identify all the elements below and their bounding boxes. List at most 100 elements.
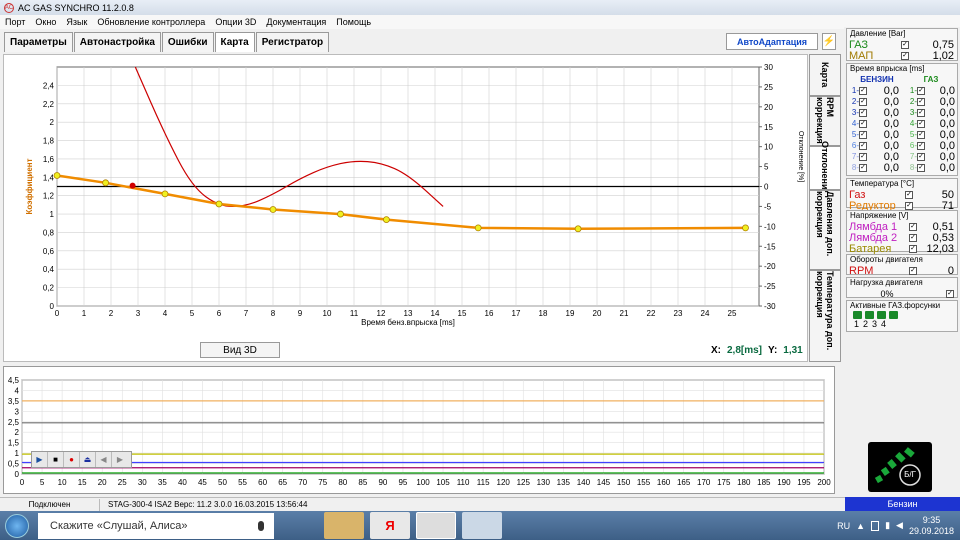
- petrol-cyl-checkbox[interactable]: ✓: [859, 119, 867, 128]
- rec-x-tick-label: 105: [436, 478, 450, 487]
- load-title: Нагрузка двигателя: [850, 278, 923, 287]
- paint-icon[interactable]: [462, 512, 502, 539]
- rec-x-tick-label: 45: [198, 478, 207, 487]
- gas-cyl-checkbox[interactable]: ✓: [917, 108, 925, 117]
- record-icon[interactable]: ●: [64, 452, 80, 467]
- auto-adaptation-button[interactable]: АвтоАдаптация: [726, 33, 818, 50]
- rpm-box: Обороты двигателя RPM ✓ 0: [846, 254, 958, 277]
- x-tick-label: 20: [593, 309, 602, 318]
- rec-y-tick-label: 4,5: [8, 376, 20, 385]
- x-tick-label: 17: [512, 309, 521, 318]
- step-forward-icon[interactable]: ▶: [112, 452, 128, 467]
- temp-gas-checkbox[interactable]: ✓: [905, 190, 913, 199]
- petrol-cyl-checkbox[interactable]: ✓: [859, 97, 867, 106]
- gas-cyl-checkbox[interactable]: ✓: [917, 97, 925, 106]
- temp-reducer-checkbox[interactable]: ✓: [905, 201, 913, 210]
- petrol-cyl-checkbox[interactable]: ✓: [859, 141, 867, 150]
- pressure-map-checkbox[interactable]: ✓: [901, 51, 909, 60]
- gas-cyl-checkbox[interactable]: ✓: [917, 163, 925, 172]
- correction-map-chart[interactable]: 0 1 2 3 4 5 6 7 8 9 10 11 12 13 14 15 16 17 18 19 20 21 22 23 24…: [4, 55, 809, 363]
- petrol-cyl-checkbox[interactable]: ✓: [859, 163, 867, 172]
- load-checkbox[interactable]: ✓: [946, 289, 954, 298]
- coefficient-point: [102, 179, 109, 187]
- petrol-cyl-checkbox[interactable]: ✓: [859, 86, 867, 95]
- gas-cyl-checkbox[interactable]: ✓: [917, 152, 925, 161]
- gas-cyl-checkbox[interactable]: ✓: [917, 141, 925, 150]
- petrol-cyl-checkbox[interactable]: ✓: [859, 152, 867, 161]
- tab-errors[interactable]: Ошибки: [161, 32, 214, 52]
- side-tab-rpm-correction[interactable]: RPM коррекция: [809, 96, 841, 146]
- clock[interactable]: 9:35 29.09.2018: [909, 515, 954, 537]
- menu-options-3d[interactable]: Опции 3D: [210, 17, 261, 27]
- fuel-switch[interactable]: Б/Г: [868, 442, 932, 492]
- menu-documentation[interactable]: Документация: [261, 17, 331, 27]
- injection-petrol-header: БЕНЗИН: [860, 75, 894, 84]
- lambda2-checkbox[interactable]: ✓: [909, 233, 917, 242]
- menu-language[interactable]: Язык: [61, 17, 92, 27]
- tab-parameters[interactable]: Параметры: [4, 32, 73, 52]
- pressure-map-value: 1,02: [932, 49, 954, 62]
- petrol-cyl-checkbox[interactable]: ✓: [859, 130, 867, 139]
- play-icon[interactable]: ▶: [32, 452, 48, 467]
- x-tick-label: 19: [566, 309, 575, 318]
- menu-update-controller[interactable]: Обновление контроллера: [92, 17, 210, 27]
- side-tab-map[interactable]: Карта: [809, 54, 841, 96]
- gas-cyl-checkbox[interactable]: ✓: [917, 130, 925, 139]
- tray-arrow-icon[interactable]: ▲: [856, 521, 865, 531]
- petrol-cyl-label: 5-: [851, 130, 859, 139]
- x-tick-label: 25: [728, 309, 737, 318]
- y2-tick-label: -15: [764, 242, 776, 251]
- menu-bar: Порт Окно Язык Обновление контроллера Оп…: [0, 15, 960, 29]
- temperature-box: Температура [°C] Газ ✓ 50 Редуктор ✓ 71: [846, 178, 958, 212]
- pressure-gas-checkbox[interactable]: ✓: [901, 40, 909, 49]
- gas-cyl-checkbox[interactable]: ✓: [917, 86, 925, 95]
- menu-port[interactable]: Порт: [0, 17, 30, 27]
- alice-search-box[interactable]: Скажите «Слушай, Алиса»: [38, 512, 274, 539]
- recorder-chart[interactable]: 0 5 10 15 20 25 30 35 40 45 50 55 60 65 70 75 80 85 90 95 10…: [4, 367, 836, 495]
- rec-y-tick-label: 0: [15, 470, 20, 479]
- x-tick-label: 12: [377, 309, 386, 318]
- y2-tick-label: 15: [764, 123, 773, 132]
- volume-icon[interactable]: ◀: [896, 520, 903, 531]
- start-button[interactable]: [0, 512, 34, 540]
- stop-icon[interactable]: ■: [48, 452, 64, 467]
- petrol-cyl-checkbox[interactable]: ✓: [859, 108, 867, 117]
- rec-x-tick-label: 30: [138, 478, 147, 487]
- side-tab-deviation[interactable]: Отклонение: [809, 141, 841, 195]
- eject-icon[interactable]: ⏏: [80, 452, 96, 467]
- x-tick-label: 21: [620, 309, 629, 318]
- tab-recorder[interactable]: Регистратор: [255, 32, 330, 52]
- network-icon[interactable]: ▮: [885, 520, 890, 531]
- step-back-icon[interactable]: ◀: [96, 452, 112, 467]
- rec-x-tick-label: 155: [637, 478, 651, 487]
- pin-icon[interactable]: ⚡: [822, 33, 836, 50]
- menu-window[interactable]: Окно: [30, 17, 61, 27]
- view-3d-button[interactable]: Вид 3D: [200, 342, 280, 358]
- petrol-cyl-label: 7-: [851, 152, 859, 161]
- pressure-box: Давление [Bar] ГАЗ ✓ 0,75 МАП ✓ 1,02: [846, 28, 958, 62]
- y-tick-label: 0: [50, 302, 55, 311]
- tab-map[interactable]: Карта: [214, 32, 255, 52]
- rec-x-tick-label: 65: [278, 478, 287, 487]
- gas-cyl-checkbox[interactable]: ✓: [917, 119, 925, 128]
- battery-tray-icon[interactable]: [871, 520, 880, 531]
- file-explorer-icon[interactable]: [324, 512, 364, 539]
- app-window: AC AC GAS SYNCHRO 11.2.0.8 Порт Окно Язы…: [0, 0, 960, 540]
- side-tab-temperature-correction[interactable]: Температура доп. коррекция: [809, 270, 841, 362]
- battery-checkbox[interactable]: ✓: [909, 244, 917, 253]
- tab-autotuning[interactable]: Автонастройка: [73, 32, 161, 52]
- rpm-checkbox[interactable]: ✓: [909, 266, 917, 275]
- lambda1-checkbox[interactable]: ✓: [909, 222, 917, 231]
- x-tick-label: 23: [674, 309, 683, 318]
- language-indicator[interactable]: RU: [837, 521, 850, 531]
- ac-synchro-taskbar-icon[interactable]: [416, 512, 456, 539]
- menu-help[interactable]: Помощь: [331, 17, 376, 27]
- side-tab-pressure-correction[interactable]: Давления доп. коррекция: [809, 190, 841, 270]
- y-tick-label: 0,4: [43, 265, 55, 274]
- y2-tick-label: 30: [764, 63, 773, 72]
- yandex-browser-icon[interactable]: Я: [370, 512, 410, 539]
- coefficient-point: [215, 200, 223, 208]
- clock-date: 29.09.2018: [908, 525, 954, 536]
- gas-cyl-label: 7-: [909, 152, 917, 161]
- microphone-icon[interactable]: [258, 520, 264, 531]
